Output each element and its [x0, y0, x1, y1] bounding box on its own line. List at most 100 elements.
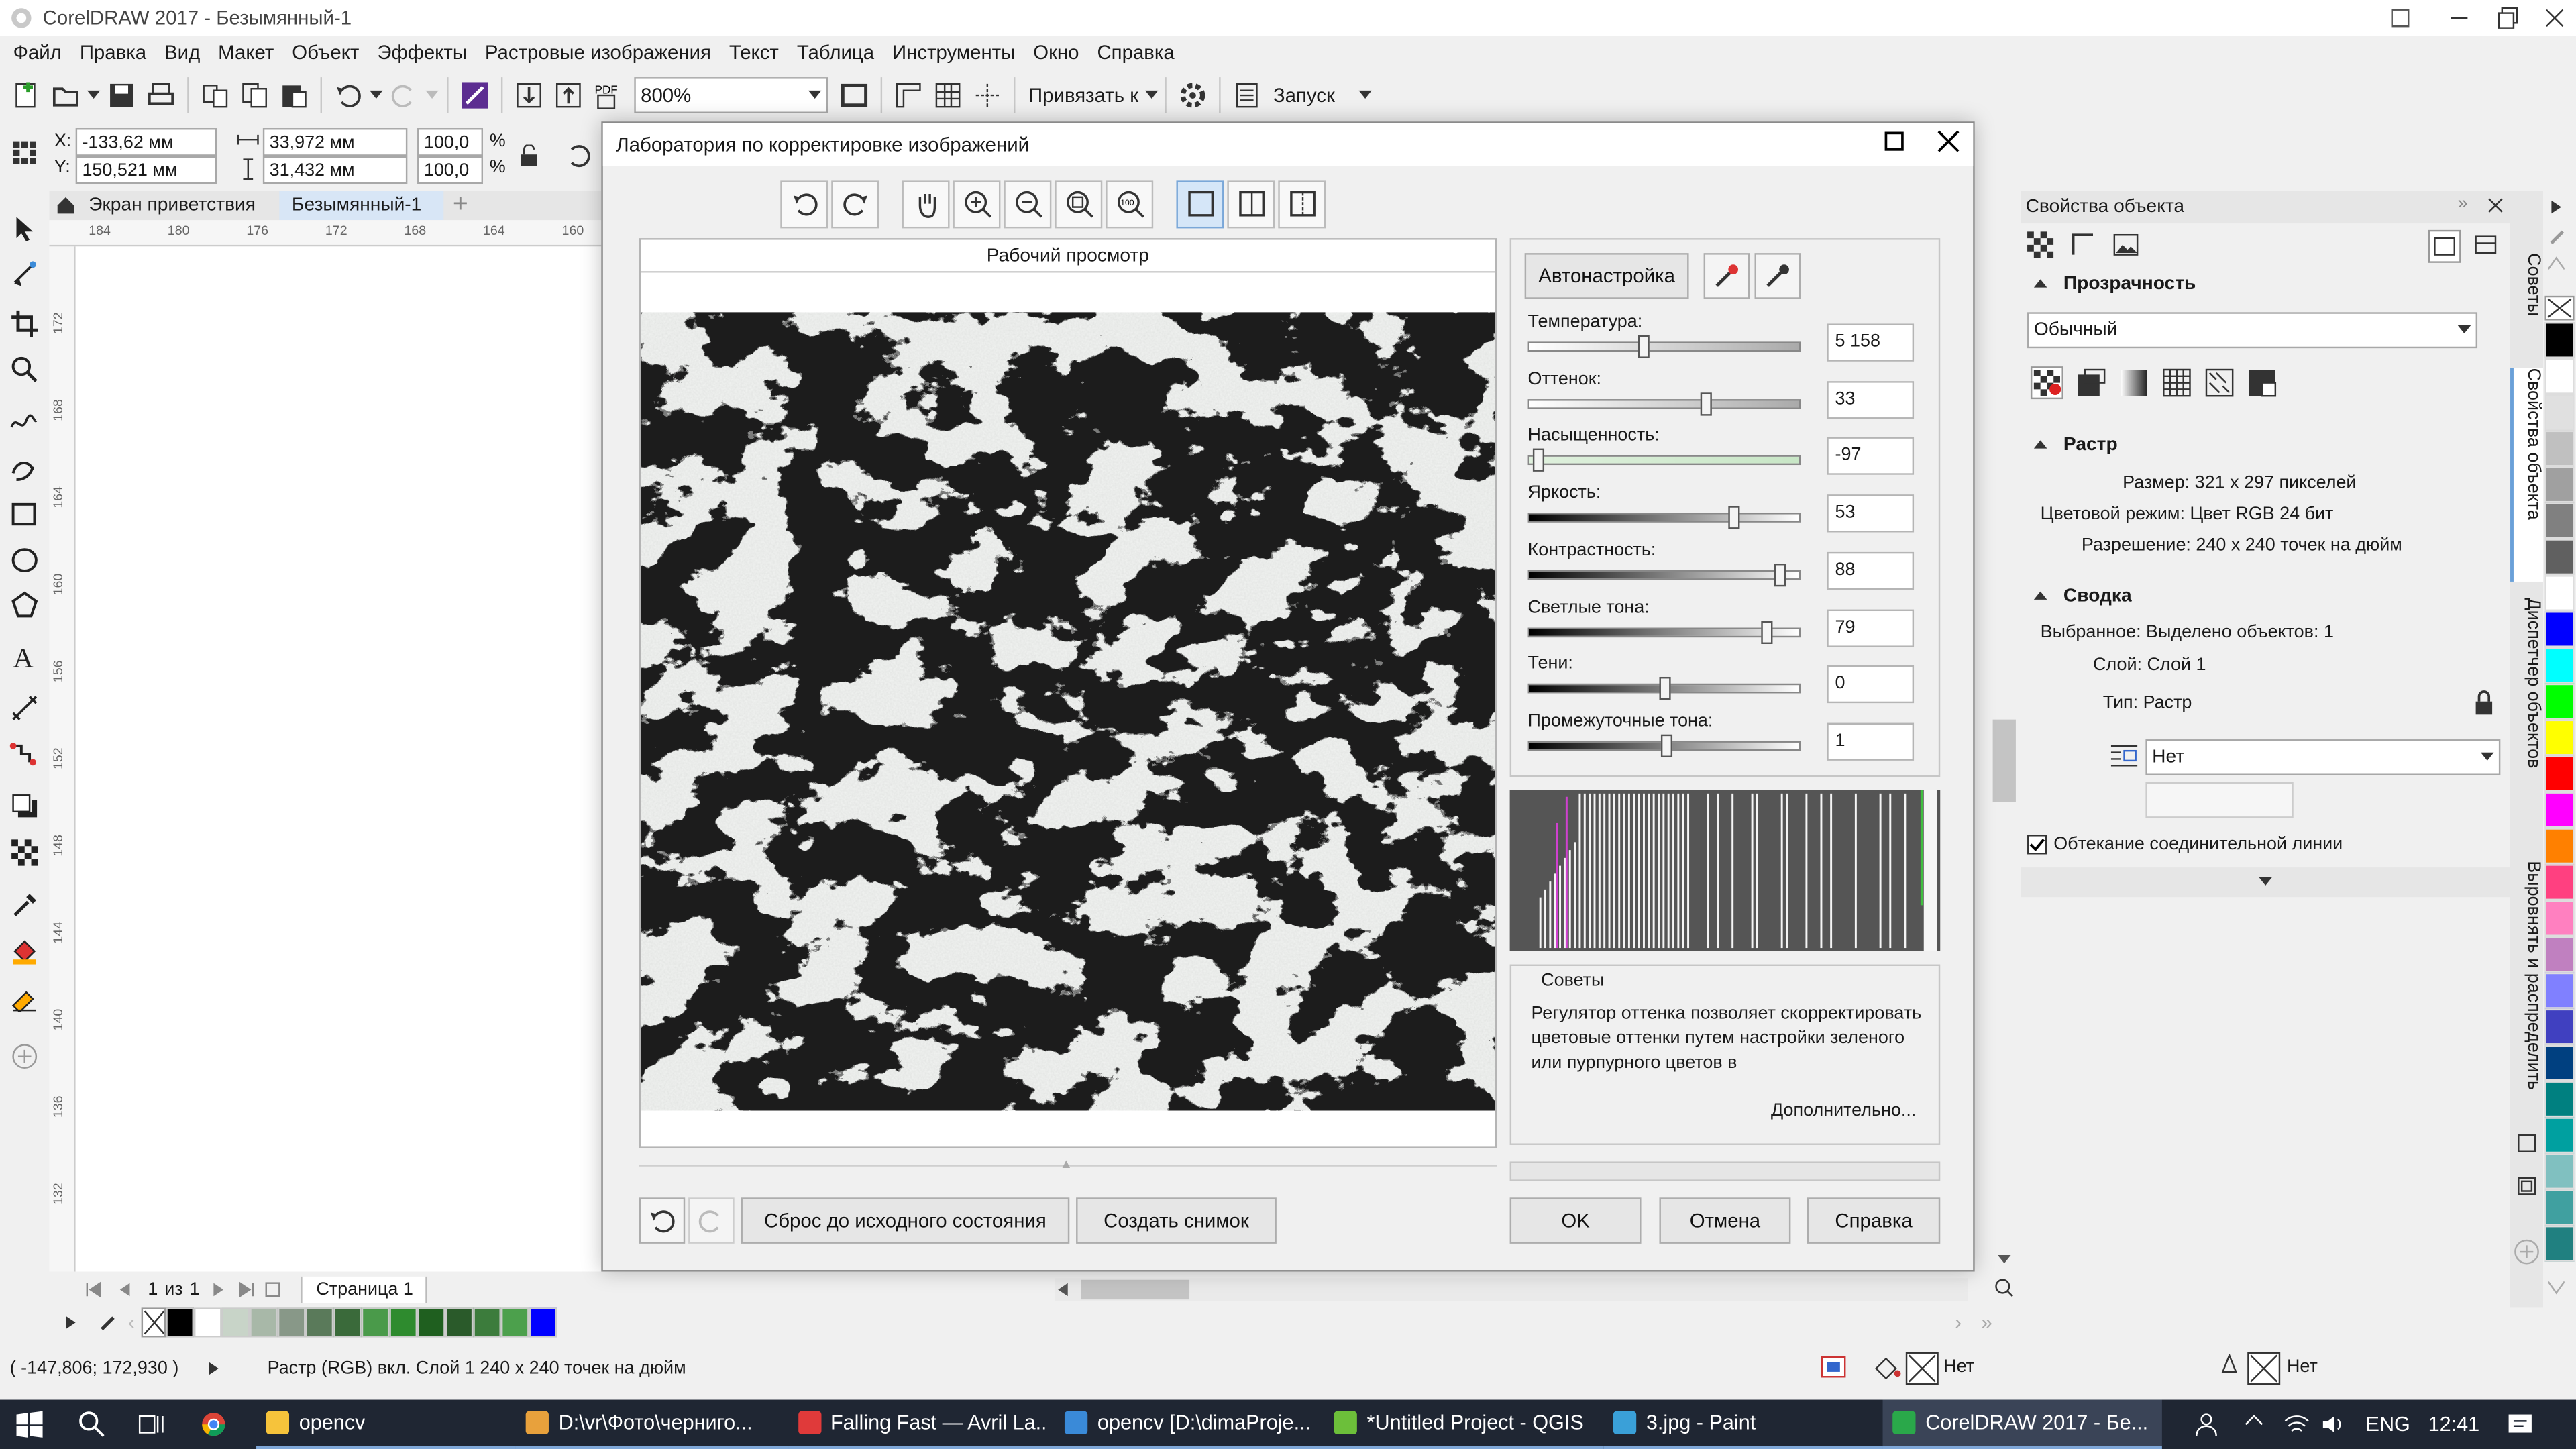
import-icon[interactable] — [509, 76, 549, 115]
taskbar-app[interactable]: opencv — [256, 1400, 516, 1449]
slider-thumb[interactable] — [1701, 392, 1713, 415]
clock[interactable]: 12:41 — [2428, 1413, 2480, 1436]
menu-item-7[interactable]: Текст — [729, 41, 779, 64]
no-transparency-icon[interactable] — [2030, 366, 2063, 400]
transparency-tool-icon[interactable] — [10, 838, 40, 867]
maximize-icon[interactable] — [2497, 7, 2520, 30]
color-swatch[interactable] — [473, 1307, 501, 1338]
color-swatch[interactable] — [2544, 430, 2575, 467]
create-snapshot-button[interactable]: Создать снимок — [1076, 1197, 1277, 1244]
height-field[interactable]: 31,432 мм — [262, 156, 408, 184]
save-icon[interactable] — [102, 76, 142, 115]
cut-icon[interactable] — [195, 76, 235, 115]
menu-item-0[interactable]: Файл — [13, 41, 62, 64]
rectangle-tool-icon[interactable] — [10, 499, 40, 529]
two-color-transparency-icon[interactable] — [2247, 368, 2277, 398]
transparency-tab-icon[interactable] — [2027, 231, 2054, 258]
minimize-icon[interactable] — [2448, 7, 2471, 30]
transparency-collapse-icon[interactable] — [2033, 279, 2047, 289]
color-swatch[interactable] — [166, 1307, 194, 1338]
slider-track[interactable] — [1527, 734, 1801, 757]
taskbar-app[interactable]: D:\vr\Фото\черниго... — [515, 1400, 789, 1449]
color-swatch[interactable] — [2544, 864, 2575, 901]
vertical-scrollbar[interactable] — [1988, 191, 2021, 1275]
new-document-icon[interactable] — [7, 76, 46, 115]
x-position-field[interactable]: -133,62 мм — [75, 128, 217, 156]
taskbar-app[interactable]: CorelDRAW 2017 - Бе... — [1882, 1399, 2162, 1449]
preview-image[interactable] — [641, 312, 1495, 1111]
dialog-close-icon[interactable] — [1937, 129, 1960, 152]
menu-item-3[interactable]: Макет — [218, 41, 274, 64]
summary-tab-icon[interactable] — [2070, 231, 2096, 258]
wrap-style-icon[interactable] — [2109, 743, 2139, 769]
options-gear-icon[interactable] — [1173, 76, 1213, 115]
slider-thumb[interactable] — [1762, 620, 1774, 643]
palette-eyedropper-icon[interactable] — [2548, 227, 2567, 246]
color-swatch[interactable] — [2544, 647, 2575, 684]
show-grid-icon[interactable] — [928, 76, 968, 115]
slider-thumb[interactable] — [1659, 677, 1671, 700]
color-swatch[interactable] — [2544, 394, 2575, 431]
redo-adjust-icon[interactable] — [688, 1197, 735, 1244]
color-swatch[interactable] — [2544, 1189, 2575, 1226]
menu-item-9[interactable]: Инструменты — [892, 41, 1015, 64]
vtab-align-distribute[interactable]: Выровнять и распределить — [2510, 861, 2543, 1140]
color-swatch[interactable] — [2544, 719, 2575, 756]
slider-thumb[interactable] — [1727, 506, 1740, 529]
rotate-left-icon[interactable] — [780, 180, 828, 228]
connector-tool-icon[interactable] — [9, 739, 40, 769]
snap-to-label[interactable]: Привязать к — [1028, 84, 1138, 107]
task-view-icon[interactable] — [138, 1411, 164, 1438]
zoom-100-icon[interactable]: 100 — [1106, 180, 1154, 228]
color-swatch[interactable] — [2544, 322, 2575, 358]
black-point-eyedropper-icon[interactable] — [1754, 253, 1801, 299]
redo-icon[interactable] — [384, 76, 424, 115]
rotate-icon[interactable] — [565, 142, 594, 171]
docker-close-icon[interactable] — [2487, 197, 2504, 213]
docker-frame-icon[interactable] — [2517, 1134, 2536, 1153]
color-swatch[interactable] — [529, 1307, 557, 1338]
vtab-object-manager[interactable]: Диспетчер объектов — [2510, 598, 2543, 811]
slider-value-field[interactable]: 33 — [1827, 380, 1915, 419]
summary-collapse-icon[interactable] — [2033, 591, 2047, 602]
lock-icon[interactable] — [2474, 690, 2493, 716]
print-icon[interactable] — [142, 76, 181, 115]
split-before-after-icon[interactable] — [1278, 180, 1326, 228]
restore-help-icon[interactable] — [2389, 7, 2412, 30]
volume-icon[interactable] — [2321, 1413, 2347, 1436]
color-swatch[interactable] — [221, 1307, 250, 1338]
uniform-transparency-icon[interactable] — [2077, 368, 2106, 398]
taskbar-app[interactable]: opencv [D:\dimaProje... — [1055, 1400, 1324, 1449]
copy-icon[interactable] — [235, 76, 274, 115]
slider-value-field[interactable]: 53 — [1827, 494, 1915, 533]
tab-document[interactable]: Безымянный-1 — [278, 191, 443, 221]
docker-option-icon[interactable] — [2428, 229, 2461, 263]
text-tool-icon[interactable]: A — [10, 641, 40, 670]
zoom-fit-icon[interactable] — [1994, 1278, 2014, 1297]
scroll-down-icon[interactable] — [1997, 1255, 2011, 1265]
publish-pdf-icon[interactable]: PDF — [588, 76, 628, 115]
color-swatch[interactable] — [193, 1307, 222, 1338]
slider-thumb[interactable] — [1660, 734, 1672, 757]
more-link[interactable]: Дополнительно... — [1771, 1101, 1916, 1120]
menu-item-2[interactable]: Вид — [164, 41, 200, 64]
people-icon[interactable] — [2195, 1413, 2218, 1436]
color-swatch[interactable] — [2544, 611, 2575, 647]
tab-welcome[interactable]: Экран приветствия — [89, 195, 256, 215]
paste-icon[interactable] — [274, 76, 314, 115]
color-swatch[interactable] — [2544, 1117, 2575, 1154]
slider-track[interactable] — [1527, 563, 1801, 586]
color-swatch[interactable] — [389, 1307, 418, 1338]
slider-value-field[interactable]: 88 — [1827, 551, 1915, 590]
bitmap-tab-icon[interactable] — [2112, 231, 2139, 258]
last-page-icon[interactable] — [239, 1281, 255, 1298]
slider-thumb[interactable] — [1638, 335, 1650, 358]
drawing-canvas[interactable] — [75, 246, 602, 1272]
smart-fill-icon[interactable] — [10, 982, 40, 1012]
vscroll-thumb[interactable] — [1992, 719, 2016, 802]
color-swatch[interactable] — [2544, 1081, 2575, 1118]
vtab-tips[interactable]: Советы — [2510, 253, 2543, 335]
menu-item-1[interactable]: Правка — [80, 41, 146, 64]
checkbox-checked-icon[interactable] — [2027, 835, 2047, 855]
vector-pattern-transparency-icon[interactable] — [2162, 368, 2192, 398]
